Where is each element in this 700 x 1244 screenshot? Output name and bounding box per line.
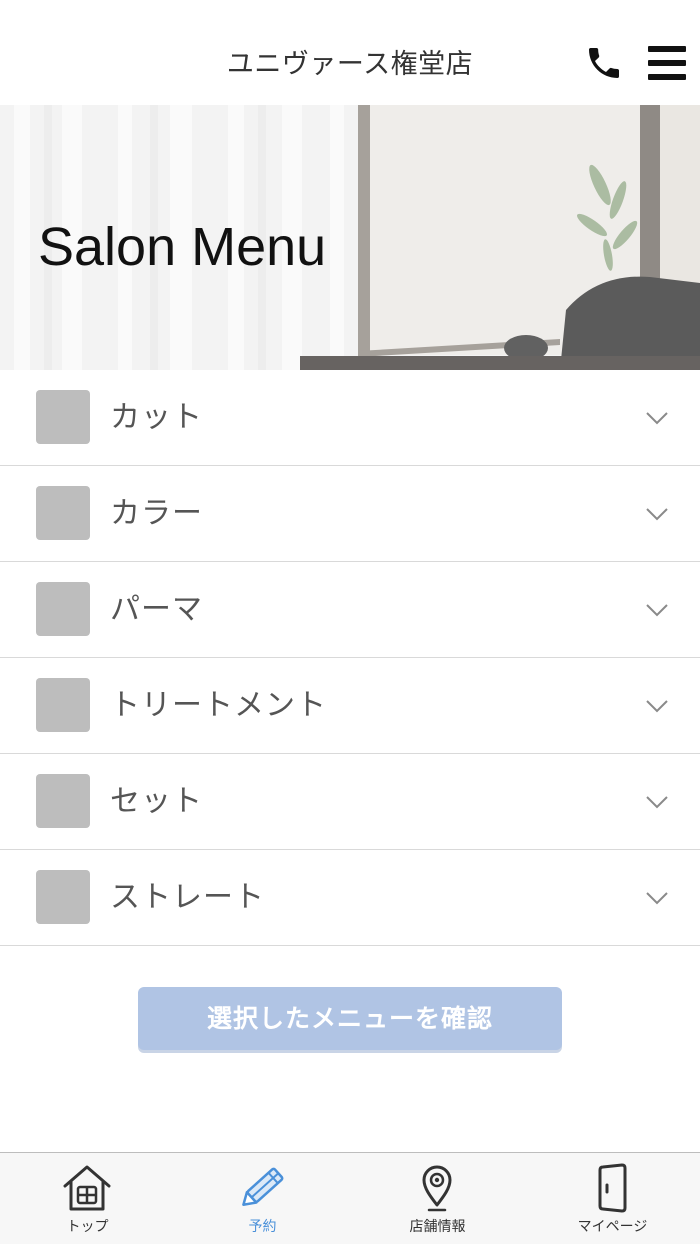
hero-title: Salon Menu bbox=[38, 217, 327, 277]
menu-item-label: カット bbox=[110, 400, 203, 435]
home-icon bbox=[59, 1162, 115, 1214]
tab-my-page[interactable]: マイページ bbox=[525, 1153, 700, 1244]
tab-label: 店舗情報 bbox=[409, 1219, 466, 1235]
pencil-icon bbox=[234, 1162, 290, 1214]
menu-checkbox[interactable] bbox=[36, 486, 90, 540]
menu-item-straight[interactable]: ストレート bbox=[0, 850, 700, 946]
menu-checkbox[interactable] bbox=[36, 774, 90, 828]
menu-item-label: カラー bbox=[110, 496, 203, 531]
menu-item-label: ストレート bbox=[110, 880, 265, 915]
tab-reservation[interactable]: 予約 bbox=[175, 1153, 350, 1244]
tab-label: トップ bbox=[66, 1219, 109, 1235]
map-pin-icon bbox=[409, 1162, 465, 1214]
hamburger-menu-icon[interactable] bbox=[648, 46, 686, 80]
tab-top[interactable]: トップ bbox=[0, 1153, 175, 1244]
chevron-down-icon[interactable] bbox=[645, 411, 669, 425]
menu-item-label: トリートメント bbox=[110, 688, 327, 723]
tab-store-info[interactable]: 店舗情報 bbox=[350, 1153, 525, 1244]
chevron-down-icon[interactable] bbox=[645, 603, 669, 617]
tab-label: 予約 bbox=[248, 1219, 277, 1235]
door-icon bbox=[584, 1162, 640, 1214]
chevron-down-icon[interactable] bbox=[645, 891, 669, 905]
menu-item-perm[interactable]: パーマ bbox=[0, 562, 700, 658]
menu-checkbox[interactable] bbox=[36, 390, 90, 444]
menu-checkbox[interactable] bbox=[36, 678, 90, 732]
menu-bar bbox=[648, 46, 686, 52]
phone-icon[interactable] bbox=[584, 43, 624, 83]
salon-menu-list: カット カラー パーマ トリートメント セット ストレート bbox=[0, 370, 700, 946]
menu-item-label: パーマ bbox=[110, 592, 203, 627]
chevron-down-icon[interactable] bbox=[645, 795, 669, 809]
app-header: ユニヴァース権堂店 bbox=[0, 0, 700, 105]
menu-item-label: セット bbox=[110, 784, 203, 819]
chevron-down-icon[interactable] bbox=[645, 507, 669, 521]
menu-item-color[interactable]: カラー bbox=[0, 466, 700, 562]
chevron-down-icon[interactable] bbox=[645, 699, 669, 713]
hero-banner: Salon Menu bbox=[0, 105, 700, 370]
bottom-tab-bar: トップ 予約 店舗情報 マイページ bbox=[0, 1152, 700, 1244]
menu-item-treatment[interactable]: トリートメント bbox=[0, 658, 700, 754]
menu-bar bbox=[648, 60, 686, 66]
menu-bar bbox=[648, 74, 686, 80]
tab-label: マイページ bbox=[577, 1219, 648, 1235]
menu-checkbox[interactable] bbox=[36, 582, 90, 636]
menu-item-set[interactable]: セット bbox=[0, 754, 700, 850]
menu-checkbox[interactable] bbox=[36, 870, 90, 924]
menu-item-cut[interactable]: カット bbox=[0, 370, 700, 466]
confirm-selected-menu-button[interactable]: 選択したメニューを確認 bbox=[138, 987, 562, 1050]
